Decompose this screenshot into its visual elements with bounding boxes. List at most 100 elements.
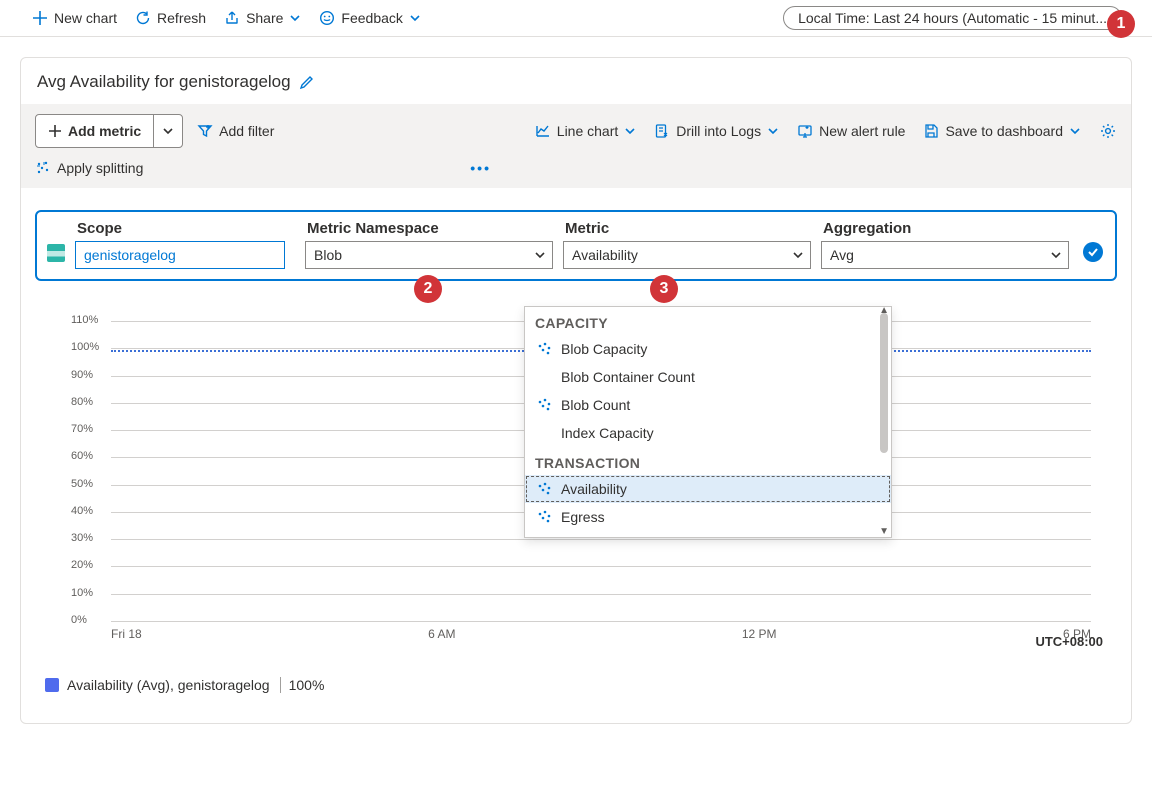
chevron-down-icon <box>792 249 804 261</box>
line-chart-label: Line chart <box>557 123 618 139</box>
add-filter-label: Add filter <box>219 123 274 139</box>
top-toolbar: New chart Refresh Share Feedback Local T… <box>0 0 1152 37</box>
add-filter-button[interactable]: Add filter <box>197 123 274 139</box>
aggregation-value: Avg <box>830 247 854 263</box>
ytick: 60% <box>71 450 107 462</box>
line-chart-button[interactable]: Line chart <box>535 123 636 139</box>
legend-value: 100% <box>280 677 325 693</box>
ytick: 0% <box>71 614 107 626</box>
ytick: 20% <box>71 559 107 571</box>
check-icon <box>1087 246 1099 258</box>
edit-icon[interactable] <box>299 74 315 90</box>
share-icon <box>224 10 240 26</box>
card-title-row: Avg Availability for genistoragelog <box>21 58 1131 104</box>
filter-icon <box>197 123 213 139</box>
card-title: Avg Availability for genistoragelog <box>37 72 291 92</box>
plus-icon <box>48 124 62 138</box>
dropdown-option-label: Blob Count <box>561 397 630 413</box>
metric-select[interactable]: Availability <box>563 241 811 269</box>
refresh-icon <box>135 10 151 26</box>
metric-icon <box>537 397 553 413</box>
dropdown-option-blob-container-count[interactable]: Blob Container Count <box>525 363 891 391</box>
metric-label: Metric <box>563 220 811 237</box>
time-prev-button[interactable] <box>20 459 29 493</box>
namespace-value: Blob <box>314 247 342 263</box>
smile-icon <box>319 10 335 26</box>
metric-dropdown[interactable]: ▲ CAPACITY Blob Capacity Blob Container … <box>524 306 892 538</box>
add-metric-button[interactable]: Add metric <box>35 114 183 148</box>
dropdown-category: CAPACITY <box>525 307 891 335</box>
scope-label: Scope <box>75 220 295 237</box>
add-metric-label: Add metric <box>68 123 141 139</box>
scroll-down-icon[interactable]: ▼ <box>879 526 889 537</box>
callout-badge-2: 2 <box>414 275 442 303</box>
dropdown-option-label: Availability <box>561 481 627 497</box>
more-button[interactable]: ••• <box>464 160 497 176</box>
logs-icon <box>654 123 670 139</box>
add-metric-main[interactable]: Add metric <box>36 115 153 147</box>
plus-icon <box>32 10 48 26</box>
confirm-button[interactable] <box>1083 242 1103 262</box>
line-chart-icon <box>535 123 551 139</box>
time-next-button[interactable] <box>1123 459 1132 493</box>
ytick: 110% <box>71 314 107 326</box>
refresh-button[interactable]: Refresh <box>133 6 208 30</box>
chevron-left-icon <box>20 465 23 487</box>
chevron-down-icon <box>162 125 174 137</box>
dropdown-option-label: Blob Container Count <box>561 369 695 385</box>
ytick: 10% <box>71 587 107 599</box>
save-dashboard-button[interactable]: Save to dashboard <box>923 123 1081 139</box>
drill-logs-button[interactable]: Drill into Logs <box>654 123 779 139</box>
ytick: 100% <box>71 341 107 353</box>
namespace-label: Metric Namespace <box>305 220 553 237</box>
new-chart-label: New chart <box>54 10 117 26</box>
dropdown-option-label: Index Capacity <box>561 425 654 441</box>
dropdown-option-blob-count[interactable]: Blob Count <box>525 391 891 419</box>
ytick: 30% <box>71 532 107 544</box>
dropdown-option-index-capacity[interactable]: Index Capacity <box>525 419 891 447</box>
chevron-down-icon <box>534 249 546 261</box>
split-icon <box>35 160 51 176</box>
feedback-button[interactable]: Feedback <box>317 6 422 30</box>
gear-icon[interactable] <box>1099 122 1117 140</box>
apply-splitting-label: Apply splitting <box>57 160 143 176</box>
xtick: Fri 18 <box>111 627 142 641</box>
chevron-down-icon <box>409 12 421 24</box>
time-range-picker[interactable]: Local Time: Last 24 hours (Automatic - 1… <box>783 6 1122 30</box>
scrollbar[interactable] <box>880 313 888 453</box>
scope-value: genistoragelog <box>84 247 176 263</box>
new-alert-button[interactable]: New alert rule <box>797 123 905 139</box>
new-alert-label: New alert rule <box>819 123 905 139</box>
callout-badge-3: 3 <box>650 275 678 303</box>
aggregation-select[interactable]: Avg <box>821 241 1069 269</box>
drill-logs-label: Drill into Logs <box>676 123 761 139</box>
scope-select[interactable]: genistoragelog <box>75 241 285 269</box>
ytick: 90% <box>71 369 107 381</box>
legend: Availability (Avg), genistoragelog 100% <box>21 651 1131 723</box>
share-button[interactable]: Share <box>222 6 303 30</box>
save-icon <box>923 123 939 139</box>
metric-value: Availability <box>572 247 638 263</box>
legend-text: Availability (Avg), genistoragelog <box>67 677 270 693</box>
chevron-right-icon <box>1129 465 1132 487</box>
feedback-label: Feedback <box>341 10 402 26</box>
apply-splitting-button[interactable]: Apply splitting <box>35 160 143 176</box>
dropdown-option-egress[interactable]: Egress <box>525 503 891 531</box>
dropdown-option-availability[interactable]: Availability <box>525 475 891 503</box>
share-label: Share <box>246 10 283 26</box>
save-dashboard-label: Save to dashboard <box>945 123 1063 139</box>
chevron-down-icon <box>1050 249 1062 261</box>
ytick: 50% <box>71 478 107 490</box>
dropdown-option-blob-capacity[interactable]: Blob Capacity <box>525 335 891 363</box>
chevron-down-icon <box>1069 125 1081 137</box>
namespace-select[interactable]: Blob <box>305 241 553 269</box>
metric-picker: Scope genistoragelog Metric Namespace Bl… <box>35 210 1117 281</box>
dropdown-category: TRANSACTION <box>525 447 891 475</box>
alert-icon <box>797 123 813 139</box>
add-metric-split[interactable] <box>153 115 182 147</box>
config-bar: Add metric Add filter Line chart Drill i… <box>21 104 1131 188</box>
dropdown-option-label: Egress <box>561 509 605 525</box>
new-chart-button[interactable]: New chart <box>30 6 119 30</box>
chevron-down-icon <box>289 12 301 24</box>
callout-badge-1: 1 <box>1107 10 1135 38</box>
